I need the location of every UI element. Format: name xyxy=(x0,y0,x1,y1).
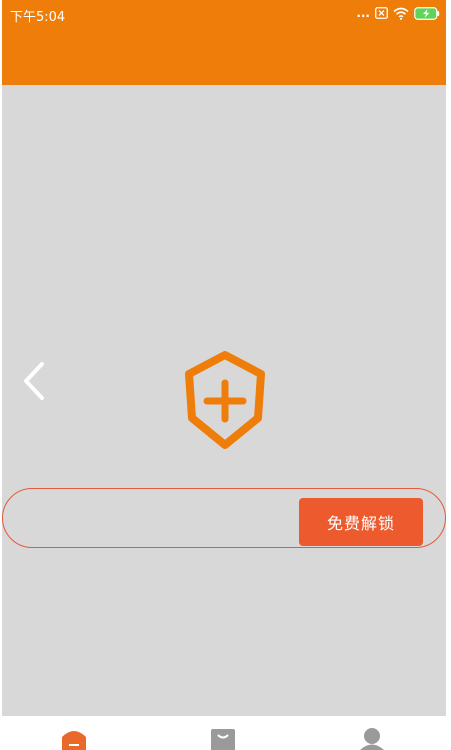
status-bar: 下午5:04 ... xyxy=(2,0,446,28)
more-dots-icon: ... xyxy=(356,6,370,20)
shield-plus-icon xyxy=(185,351,265,449)
bag-icon xyxy=(211,729,235,750)
wifi-icon xyxy=(393,7,409,20)
user-icon xyxy=(360,728,384,750)
status-time: 下午5:04 xyxy=(10,10,66,25)
home-icon xyxy=(62,731,86,750)
sim-icon xyxy=(375,7,388,19)
main-content: 免费解锁 xyxy=(2,85,446,716)
bottom-nav xyxy=(0,716,451,750)
nav-item-bag[interactable] xyxy=(193,716,253,750)
status-icons: ... xyxy=(356,6,440,20)
right-edge-strip xyxy=(446,0,451,716)
nav-item-profile[interactable] xyxy=(341,716,401,750)
unlock-bar: 免费解锁 xyxy=(2,488,446,548)
nav-item-home[interactable] xyxy=(44,716,104,750)
free-unlock-button[interactable]: 免费解锁 xyxy=(299,498,423,546)
chevron-left-icon[interactable] xyxy=(18,360,48,402)
app-screen: 下午5:04 ... 免费解锁 xyxy=(0,0,451,750)
header-bar: 下午5:04 ... xyxy=(2,0,446,85)
battery-charging-icon xyxy=(414,6,440,20)
